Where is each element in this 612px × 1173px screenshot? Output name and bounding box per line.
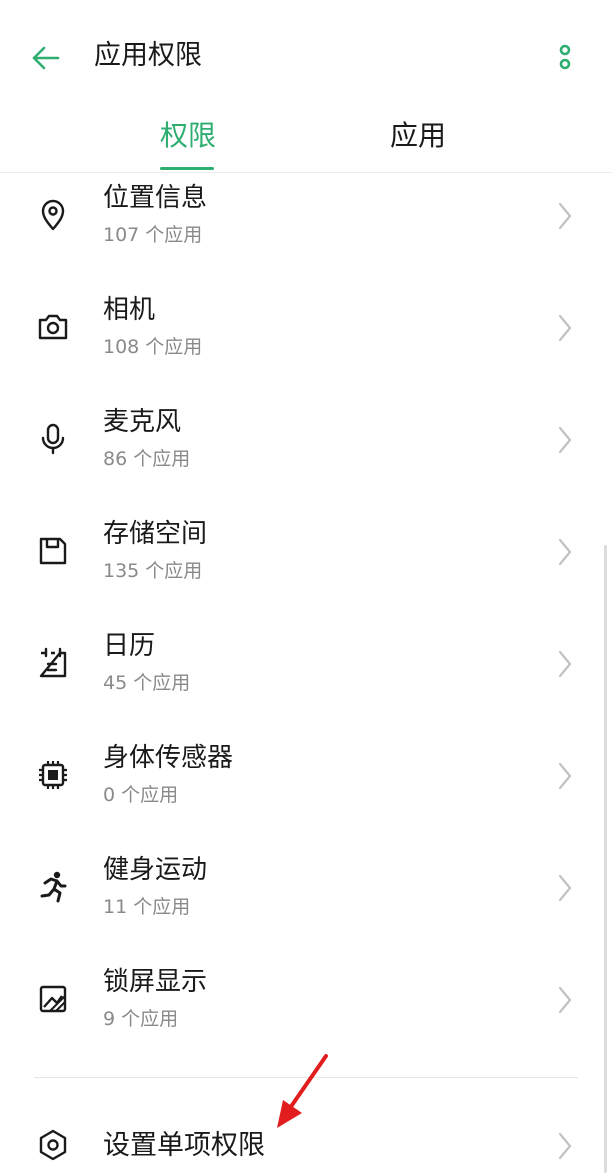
permission-title: 麦克风 — [103, 407, 182, 437]
permission-title: 存储空间 — [103, 519, 208, 549]
list-item-storage[interactable]: 存储空间 135 个应用 — [0, 508, 612, 620]
list-item-calendar[interactable]: 日历 45 个应用 — [0, 620, 612, 732]
back-button[interactable] — [26, 38, 66, 78]
page-title: 应用权限 — [94, 40, 202, 71]
annotation-arrow — [277, 1054, 328, 1128]
permission-title: 健身运动 — [103, 855, 208, 885]
tab-apps[interactable]: 应用 — [388, 116, 448, 156]
hexagon-settings-icon — [39, 1129, 67, 1161]
list-item-fitness[interactable]: 健身运动 11 个应用 — [0, 844, 612, 956]
permission-app-count: 0 个应用 — [103, 784, 179, 806]
camera-icon — [38, 314, 68, 340]
chevron-right-icon — [558, 874, 572, 902]
location-pin-icon — [41, 199, 65, 231]
chevron-right-icon — [558, 650, 572, 678]
permission-app-count: 135 个应用 — [103, 560, 203, 582]
permission-app-count: 86 个应用 — [103, 448, 191, 470]
arrow-left-icon — [32, 46, 60, 70]
permission-title: 身体传感器 — [103, 743, 234, 773]
chevron-right-icon — [558, 426, 572, 454]
microphone-icon — [41, 423, 65, 455]
chevron-right-icon — [558, 314, 572, 342]
tab-bar: 权限 应用 — [0, 112, 612, 173]
permission-app-count: 45 个应用 — [103, 672, 191, 694]
permission-title: 日历 — [103, 631, 156, 661]
chevron-right-icon — [558, 986, 572, 1014]
permission-title: 锁屏显示 — [103, 967, 208, 997]
chevron-right-icon — [558, 1132, 572, 1160]
list-item-body-sensors[interactable]: 身体传感器 0 个应用 — [0, 732, 612, 844]
more-options-button[interactable] — [550, 38, 580, 78]
lockscreen-image-icon — [39, 985, 67, 1013]
tab-permissions[interactable]: 权限 — [158, 116, 218, 156]
permission-app-count: 108 个应用 — [103, 336, 203, 358]
single-permission-title: 设置单项权限 — [103, 1130, 265, 1161]
tab-indicator — [160, 167, 214, 170]
permission-title: 位置信息 — [103, 183, 208, 213]
chevron-right-icon — [558, 538, 572, 566]
chevron-right-icon — [558, 762, 572, 790]
storage-icon — [39, 537, 67, 565]
permission-title: 相机 — [103, 295, 156, 325]
chevron-right-icon — [558, 202, 572, 230]
calendar-icon — [39, 647, 67, 678]
more-vertical-icon — [559, 44, 571, 70]
app-bar: 应用权限 — [0, 0, 612, 112]
permission-app-count: 11 个应用 — [103, 896, 191, 918]
permission-app-count: 107 个应用 — [103, 224, 203, 246]
running-person-icon — [40, 871, 67, 903]
permission-app-count: 9 个应用 — [103, 1008, 179, 1030]
list-item-camera[interactable]: 相机 108 个应用 — [0, 284, 612, 396]
chip-sensor-icon — [39, 761, 67, 789]
list-item-microphone[interactable]: 麦克风 86 个应用 — [0, 396, 612, 508]
scrollbar[interactable] — [604, 545, 607, 1173]
list-item-location[interactable]: 位置信息 107 个应用 — [0, 172, 612, 284]
